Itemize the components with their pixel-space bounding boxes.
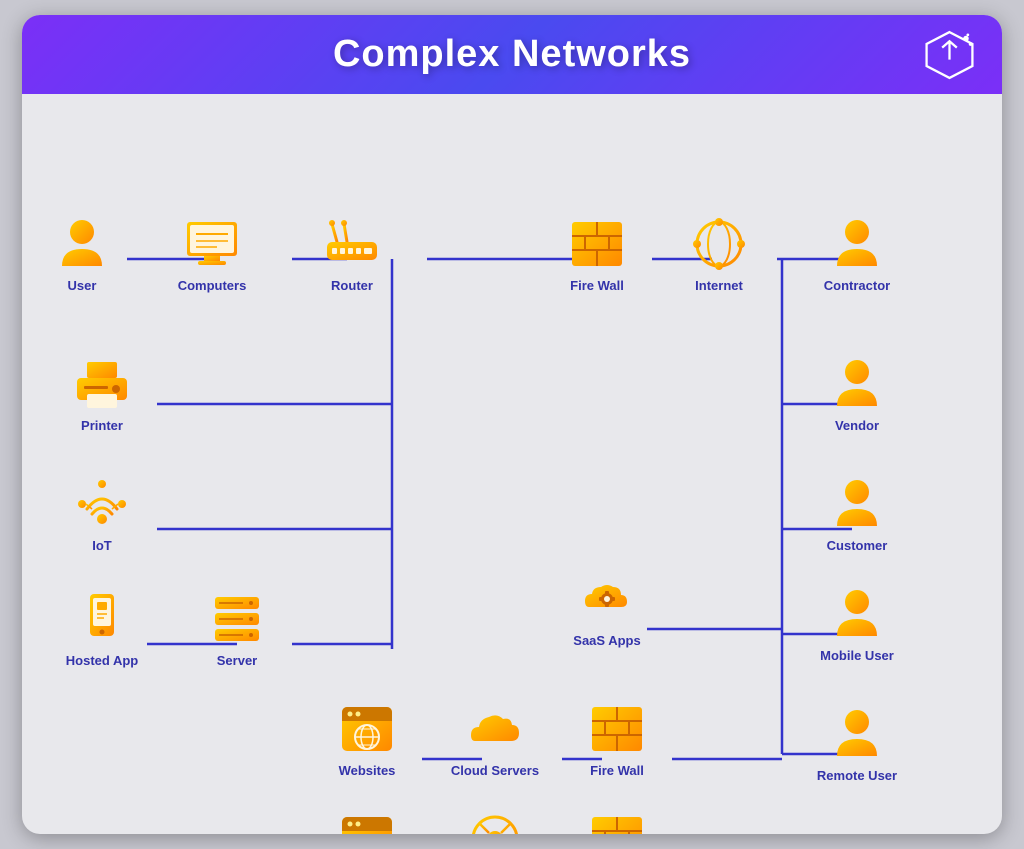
printer-icon (72, 354, 132, 414)
user-label: User (68, 278, 97, 294)
hosted-app-icon (72, 589, 132, 649)
node-firewall-bot: Fire Wall (572, 809, 662, 834)
node-containers: Containers (450, 809, 540, 834)
firewall-mid-icon (587, 699, 647, 759)
saas-apps-label: SaaS Apps (573, 633, 640, 649)
vendor-label: Vendor (835, 418, 879, 434)
node-server: Server (192, 589, 282, 669)
node-websites: Websites (322, 699, 412, 779)
iot-label: IoT (92, 538, 112, 554)
node-remote-user: Remote User (812, 704, 902, 784)
node-hosted-app: Hosted App (57, 589, 147, 669)
node-web-app: Web App (322, 809, 412, 834)
contractor-icon (827, 214, 887, 274)
router-icon (322, 214, 382, 274)
node-customer: Customer (812, 474, 902, 554)
node-cloud-servers: Cloud Servers (450, 699, 540, 779)
server-label: Server (217, 653, 257, 669)
firewall-top-label: Fire Wall (570, 278, 624, 294)
node-firewall-top: Fire Wall (552, 214, 642, 294)
cloud-servers-icon (465, 699, 525, 759)
node-computers: Computers (167, 214, 257, 294)
remote-user-icon (827, 704, 887, 764)
node-router: Router (307, 214, 397, 294)
websites-icon (337, 699, 397, 759)
printer-label: Printer (81, 418, 123, 434)
server-icon (207, 589, 267, 649)
web-app-icon (337, 809, 397, 834)
main-card: Complex Networks (22, 15, 1002, 834)
node-contractor: Contractor (812, 214, 902, 294)
header: Complex Networks (22, 15, 1002, 94)
vendor-icon (827, 354, 887, 414)
page-title: Complex Networks (333, 33, 691, 76)
node-user: User (37, 214, 127, 294)
computers-icon (182, 214, 242, 274)
mobile-user-icon (827, 584, 887, 644)
contractor-label: Contractor (824, 278, 890, 294)
router-label: Router (331, 278, 373, 294)
containers-icon (465, 809, 525, 834)
hosted-app-label: Hosted App (66, 653, 138, 669)
iot-icon (72, 474, 132, 534)
node-printer: Printer (57, 354, 147, 434)
saas-apps-icon (577, 569, 637, 629)
node-vendor: Vendor (812, 354, 902, 434)
customer-icon (827, 474, 887, 534)
internet-label: Internet (695, 278, 743, 294)
firewall-mid-label: Fire Wall (590, 763, 644, 779)
node-internet: Internet (674, 214, 764, 294)
node-firewall-mid: Fire Wall (572, 699, 662, 779)
node-mobile-user: Mobile User (812, 584, 902, 664)
node-iot: IoT (57, 474, 147, 554)
firewall-bot-icon (587, 809, 647, 834)
cloud-servers-label: Cloud Servers (451, 763, 539, 779)
header-logo-icon (922, 27, 977, 82)
customer-label: Customer (827, 538, 888, 554)
internet-icon (689, 214, 749, 274)
user-icon (52, 214, 112, 274)
remote-user-label: Remote User (817, 768, 897, 784)
diagram-area: User Computers (22, 94, 1002, 834)
computers-label: Computers (178, 278, 247, 294)
websites-label: Websites (339, 763, 396, 779)
mobile-user-label: Mobile User (820, 648, 894, 664)
node-saas-apps: SaaS Apps (562, 569, 652, 649)
firewall-top-icon (567, 214, 627, 274)
